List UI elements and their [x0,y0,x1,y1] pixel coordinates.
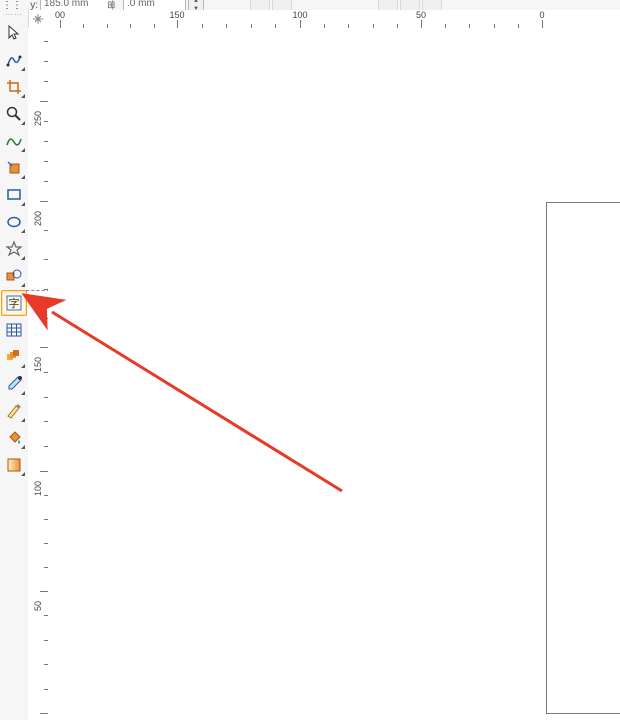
flyout-indicator-icon [21,67,25,71]
flyout-indicator-icon [21,121,25,125]
ruler-label: 50 [33,601,43,611]
polygon-tool[interactable] [1,236,27,262]
flyout-indicator-icon [21,229,25,233]
table-tool[interactable] [1,317,27,343]
cursor-position-marker [26,290,50,291]
ruler-label: 200 [33,211,43,226]
interactive-blend-tool[interactable] [1,344,27,370]
flyout-indicator-icon [21,445,25,449]
ellipse-tool[interactable] [1,209,27,235]
flyout-indicator-icon [21,94,25,98]
toolbox: ⋯⋯ [0,10,29,720]
app-root: ⋮⋮ y: 185.0 mm ⊞ .0 mm ▲▼ 00 150 100 50 … [0,0,620,720]
drawing-canvas[interactable] [48,28,620,720]
flyout-indicator-icon [21,472,25,476]
ruler-origin-button[interactable] [28,10,49,29]
grip-dots-icon: ⋮⋮ [2,0,22,11]
zoom-tool[interactable] [1,101,27,127]
flyout-indicator-icon [21,148,25,152]
flyout-indicator-icon [21,256,25,260]
basic-shapes-tool[interactable] [1,263,27,289]
flyout-indicator-icon [21,283,25,287]
ruler-label: 00 [55,10,65,20]
ruler-label: 250 [33,111,43,126]
shape-tool[interactable] [1,47,27,73]
flyout-indicator-icon [21,202,25,206]
ruler-label: 150 [169,10,184,20]
flyout-indicator-icon [21,418,25,422]
interactive-fill-tool[interactable] [1,452,27,478]
fill-tool[interactable] [1,425,27,451]
toolbox-grip-icon[interactable]: ⋯⋯ [0,10,28,19]
smart-fill-tool[interactable] [1,155,27,181]
horizontal-ruler[interactable]: 00 150 100 50 0 [48,10,620,29]
flyout-indicator-icon [21,364,25,368]
ruler-label: 0 [539,10,544,20]
text-tool[interactable]: 字 [1,290,27,316]
vertical-ruler[interactable]: 250 200 150 100 50 0 [28,28,49,720]
y-label: y: [24,0,38,11]
flyout-indicator-icon [21,175,25,179]
page-boundary [546,202,620,714]
ruler-label: 100 [292,10,307,20]
pick-tool[interactable] [1,20,27,46]
flyout-indicator-icon [21,391,25,395]
crop-tool[interactable] [1,74,27,100]
lock-ratio-icon[interactable]: ⊞ [107,0,121,11]
ruler-label: 150 [33,357,43,372]
freehand-tool[interactable] [1,128,27,154]
ruler-label: 100 [33,481,43,496]
outline-tool[interactable] [1,398,27,424]
eyedropper-tool[interactable] [1,371,27,397]
rectangle-tool[interactable] [1,182,27,208]
svg-text:字: 字 [9,296,20,310]
ruler-label: 50 [416,10,426,20]
